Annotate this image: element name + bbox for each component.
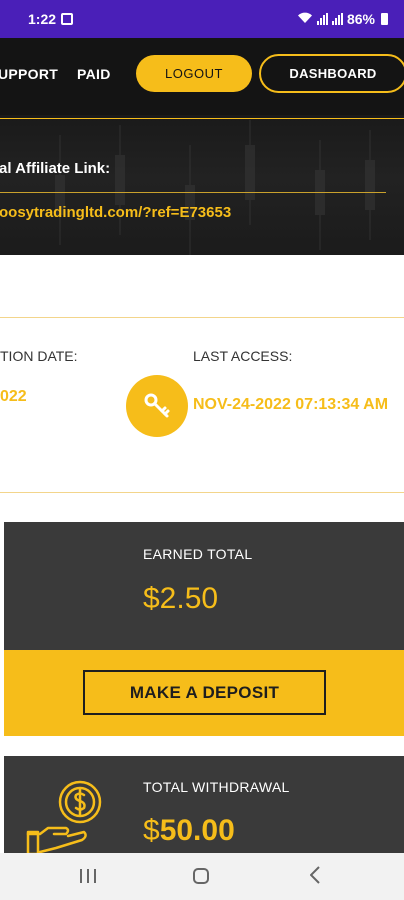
battery-icon [381,13,388,25]
earned-total-label: EARNED TOTAL [143,546,253,562]
nav-support-link[interactable]: UPPORT [0,66,58,82]
image-icon [61,13,73,25]
hand-coin-icon [26,780,102,856]
earned-total-card: EARNED TOTAL $2.50 [4,522,404,650]
nav-paid-link[interactable]: PAID [77,66,111,82]
banner-background-chart [55,120,375,255]
earned-total-value: $2.50 [143,582,219,615]
top-nav: UPPORT PAID LOGOUT DASHBOARD [0,38,404,115]
banner-top-line [0,118,404,119]
battery-percent: 86% [346,11,375,27]
home-icon[interactable] [193,868,209,884]
last-access-label: LAST ACCESS: [193,348,293,364]
total-withdrawal-card: TOTAL WITHDRAWAL $50.00 [4,756,404,856]
account-access-card: TION DATE: 022 LAST ACCESS: NOV-24-2022 … [0,317,404,493]
app-screen: 1:22 86% UPPORT PAID LOGOUT DASHBOARD al… [0,0,404,900]
registration-date-value: 022 [0,388,27,405]
wifi-icon [297,12,313,27]
affiliate-link-title: al Affiliate Link: [0,160,111,177]
signal-icon [331,13,343,25]
affiliate-banner: al Affiliate Link: oosytradingltd.com/?r… [0,115,404,255]
android-navigation-bar [0,853,404,900]
withdrawal-currency: $ [143,814,160,847]
make-deposit-button[interactable]: MAKE A DEPOSIT [83,670,326,715]
affiliate-divider [0,192,386,193]
withdrawal-amount: 50.00 [159,814,235,847]
registration-date-label: TION DATE: [0,348,78,364]
status-indicators: 86% [297,11,388,27]
affiliate-link[interactable]: oosytradingltd.com/?ref=E73653 [0,204,231,221]
signal-icon [316,13,328,25]
back-icon[interactable] [310,866,320,884]
recents-icon[interactable] [80,869,96,883]
dashboard-button[interactable]: DASHBOARD [259,54,404,93]
key-icon [126,375,188,437]
last-access-value: NOV-24-2022 07:13:34 AM [193,396,389,413]
status-time: 1:22 [28,11,57,27]
status-bar: 1:22 86% [0,0,404,38]
logout-button[interactable]: LOGOUT [136,55,252,92]
total-withdrawal-value: $50.00 [143,814,235,848]
total-withdrawal-label: TOTAL WITHDRAWAL [143,779,290,795]
